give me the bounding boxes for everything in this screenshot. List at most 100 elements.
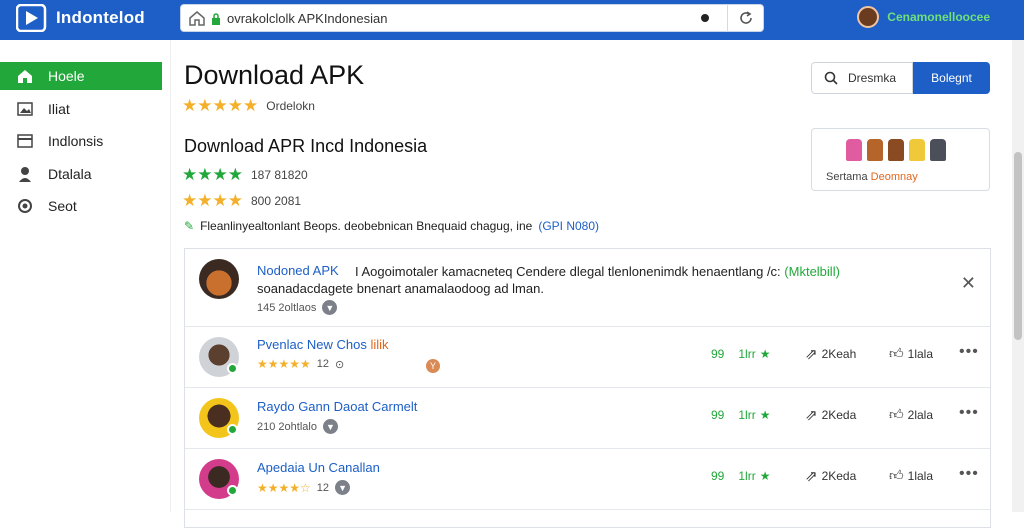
- sidebar-item-label: Dtalala: [48, 165, 92, 182]
- rating-text: Ordelokn: [266, 99, 315, 113]
- star-icon: ★: [212, 165, 228, 184]
- share-label: 2Keda: [821, 469, 857, 483]
- comment-text-2: soanadacdagete bnenart anamalaodoog ad l…: [257, 281, 544, 296]
- user-menu[interactable]: Cenamonelloocee: [857, 6, 990, 28]
- star-icon: ★: [197, 165, 213, 184]
- thumbs-up-icon: 👍︎: [889, 406, 904, 422]
- share-button[interactable]: ⇗ 2Keah: [805, 345, 856, 363]
- character-icon: [867, 139, 883, 161]
- note-text: Fleanlinyealtonlant Beops. deobebnican B…: [200, 219, 533, 233]
- share-button[interactable]: ⇗ 2Keda: [805, 467, 856, 485]
- comment-highlight: (Mktelbill): [784, 264, 840, 279]
- chevron-down-icon[interactable]: ▼: [322, 300, 338, 315]
- list-item: Raydo Gann Daoat Carmelt 210 2ohtlalo ▼ …: [185, 388, 990, 449]
- scrollbar[interactable]: [1012, 40, 1024, 512]
- list-item: Apedaia Un Canallan ★★★★☆ 12 ▼ 99 1lrr ★…: [185, 449, 990, 510]
- search-button[interactable]: Dresmka: [811, 62, 913, 94]
- sidebar-divider: [170, 40, 171, 512]
- thumbs-up-icon: 👍︎: [889, 345, 904, 361]
- close-icon[interactable]: ✕: [961, 273, 976, 294]
- image-icon: [16, 100, 34, 118]
- like-label: 1lala: [907, 468, 933, 483]
- comment-title[interactable]: Raydo Gann Daoat Carmelt: [257, 399, 417, 414]
- chevron-down-icon[interactable]: ▼: [335, 480, 351, 495]
- likes-count[interactable]: 99 1lrr ★: [711, 347, 770, 361]
- comment-title[interactable]: Nodoned APK: [257, 263, 339, 278]
- more-icon[interactable]: •••: [959, 404, 979, 422]
- character-icon: [909, 139, 925, 161]
- logo-text: Indontelod: [56, 8, 145, 27]
- star-rating: ★★★★★: [257, 357, 311, 371]
- note-link[interactable]: (GPI N080): [538, 219, 599, 233]
- star-icon: ★: [197, 191, 213, 210]
- scrollbar-thumb[interactable]: [1014, 152, 1022, 340]
- sidebar-item-home[interactable]: Hoele: [0, 62, 162, 90]
- likes-count[interactable]: 99 1lrr ★: [711, 469, 770, 483]
- featured-comment: Nodoned APK I Aogoimotaler kamacneteq Ce…: [185, 249, 990, 327]
- sidebar-item-list[interactable]: Indlonsis: [0, 127, 162, 155]
- likes-count[interactable]: 99 1lrr ★: [711, 408, 770, 422]
- user-name[interactable]: Cenamonelloocee: [887, 10, 990, 24]
- star-icon: ★: [243, 96, 259, 115]
- avatar[interactable]: [199, 259, 239, 299]
- info-icon[interactable]: ⊙: [335, 358, 344, 371]
- home-icon[interactable]: [187, 8, 207, 28]
- sidebar-item-label: Iliat: [48, 100, 70, 117]
- home-icon: [16, 67, 34, 85]
- comment-title[interactable]: Apedaia Un Canallan: [257, 460, 380, 475]
- share-icon: ⇗: [805, 346, 818, 363]
- rating-value: 12: [316, 481, 330, 494]
- record-icon[interactable]: [701, 14, 709, 22]
- star-icon: ★: [227, 96, 243, 115]
- likes-value: 99: [711, 408, 725, 422]
- star-icon: ★: [212, 96, 228, 115]
- sidebar-item-settings[interactable]: Seot: [0, 192, 162, 220]
- like-button[interactable]: 👍︎ 1lala: [889, 345, 933, 362]
- reload-button[interactable]: [727, 4, 763, 32]
- search-label: Dresmka: [848, 71, 897, 85]
- likes-value: 99: [711, 469, 725, 483]
- likes-value: 99: [711, 347, 725, 361]
- more-icon[interactable]: •••: [959, 343, 979, 361]
- star-icon: ★: [182, 165, 198, 184]
- thumbs-up-icon: 👍︎: [889, 467, 904, 483]
- title-tag: lilik: [370, 337, 389, 352]
- star-icon: ★: [212, 191, 228, 210]
- promo-card[interactable]: Sertama Deomnay: [811, 128, 990, 191]
- like-button[interactable]: 👍︎ 2lala: [889, 406, 933, 423]
- meta-text: 210 2ohtlalo: [257, 420, 317, 433]
- share-label: 2Keda: [821, 408, 857, 422]
- address-bar[interactable]: ovrakolclolk APKIndonesian: [180, 4, 764, 32]
- comment-text: I Aogoimotaler kamacneteq Cendere dlegal…: [355, 263, 955, 280]
- avatar[interactable]: [857, 6, 880, 28]
- star-icon: ★: [182, 96, 198, 115]
- url-text[interactable]: ovrakolclolk APKIndonesian: [227, 11, 701, 26]
- star-icon: ★: [227, 191, 243, 210]
- like-button[interactable]: 👍︎ 1lala: [889, 467, 933, 484]
- star-rating: ★★★★☆: [257, 480, 311, 495]
- info-note: ✎ Fleanlinyealtonlant Beops. deobebnican…: [184, 219, 599, 233]
- list-icon: [16, 132, 34, 150]
- chevron-down-icon[interactable]: ▼: [322, 419, 338, 434]
- play-logo-icon: [15, 3, 48, 33]
- reply-label: 1lrr: [738, 469, 756, 483]
- verified-badge: [227, 424, 238, 435]
- comment-title[interactable]: Pvenlac New Chos lilik: [257, 337, 389, 352]
- promo-caption: Sertama Deomnay: [826, 171, 918, 183]
- share-label: 2Keah: [821, 347, 857, 361]
- sidebar-item-user[interactable]: Dtalala: [0, 160, 162, 188]
- share-button[interactable]: ⇗ 2Keda: [805, 406, 856, 424]
- primary-button[interactable]: Bolegnt: [913, 62, 990, 94]
- caption-highlight: Deomnay: [870, 171, 918, 183]
- caption-prefix: Sertama: [826, 171, 868, 183]
- sidebar-item-image[interactable]: Iliat: [0, 95, 162, 123]
- reply-label: 1lrr: [738, 347, 756, 361]
- top-bar: Indontelod ovrakolclolk APKIndonesian Ce…: [0, 0, 1024, 40]
- reaction-icon[interactable]: Y: [426, 359, 440, 373]
- sidebar-item-label: Seot: [48, 198, 77, 214]
- rating-count: 800 2081: [251, 194, 302, 208]
- app-logo[interactable]: Indontelod: [15, 3, 145, 33]
- comment-meta: ★★★★☆ 12 ▼: [257, 480, 351, 495]
- more-icon[interactable]: •••: [959, 465, 979, 483]
- comments-panel: Nodoned APK I Aogoimotaler kamacneteq Ce…: [184, 248, 991, 528]
